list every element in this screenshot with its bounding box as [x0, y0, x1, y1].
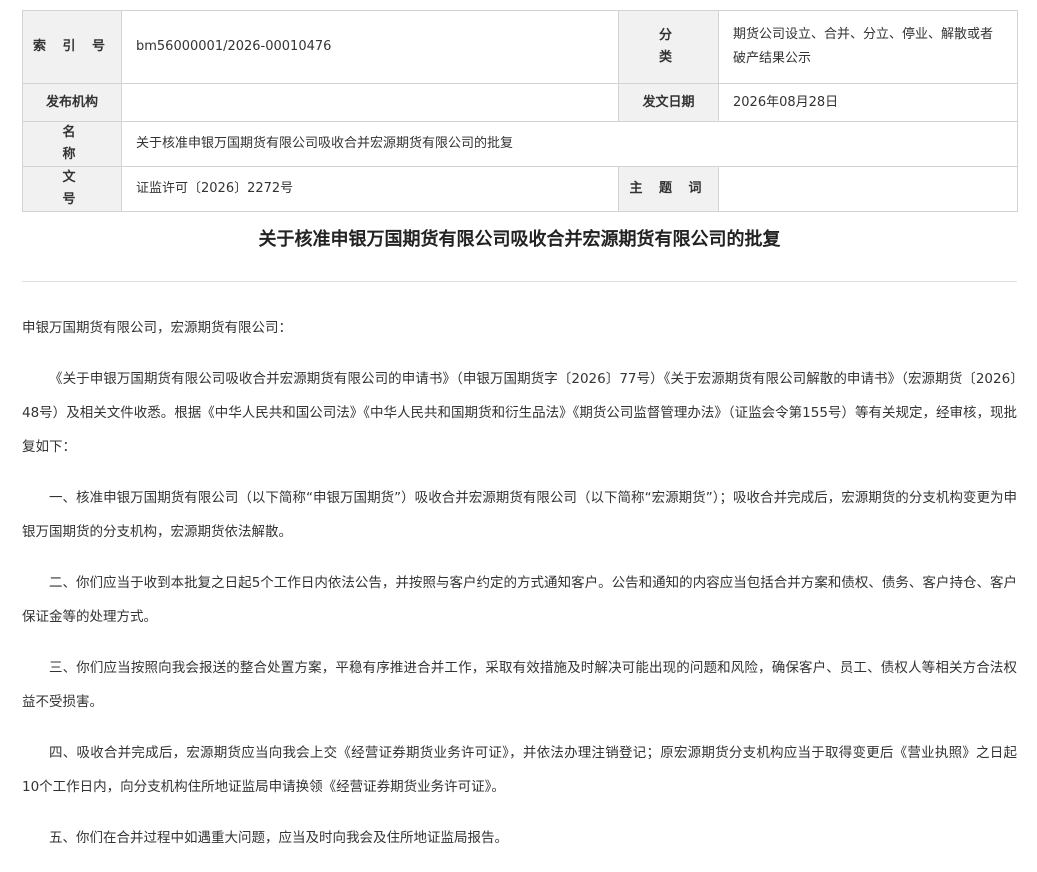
document-number-value: 证监许可〔2026〕2272号: [121, 166, 619, 212]
body-paragraph: 一、核准申银万国期货有限公司（以下简称“申银万国期货”）吸收合并宏源期货有限公司…: [22, 490, 1017, 540]
keywords-value: [718, 166, 1018, 212]
name-label: 名 称: [22, 121, 122, 167]
publisher-label: 发布机构: [22, 83, 122, 122]
name-value: 关于核准申银万国期货有限公司吸收合并宏源期货有限公司的批复: [121, 121, 1018, 167]
salutation: 申银万国期货有限公司，宏源期货有限公司：: [22, 320, 292, 336]
metadata-row-index: 索 引 号 bm56000001/2026-00010476 分 类 期货公司设…: [22, 10, 1018, 84]
document-number-label: 文 号: [22, 166, 122, 212]
body-paragraph: 二、你们应当于收到本批复之日起5个工作日内依法公告，并按照与客户约定的方式通知客…: [22, 575, 1017, 625]
category-label: 分 类: [618, 10, 719, 84]
index-number-value: bm56000001/2026-00010476: [121, 10, 619, 84]
index-number-label: 索 引 号: [22, 10, 122, 84]
metadata-row-docno: 文 号 证监许可〔2026〕2272号 主 题 词: [22, 166, 1018, 212]
body-paragraph: 四、吸收合并完成后，宏源期货应当向我会上交《经营证券期货业务许可证》，并依法办理…: [22, 745, 1017, 795]
body-paragraph: 五、你们在合并过程中如遇重大问题，应当及时向我会及住所地证监局报告。: [49, 830, 508, 846]
keywords-label: 主 题 词: [618, 166, 719, 212]
publisher-value: [121, 83, 619, 122]
body-paragraph: 《关于申银万国期货有限公司吸收合并宏源期货有限公司的申请书》（申银万国期货字〔2…: [22, 371, 1017, 455]
category-value: 期货公司设立、合并、分立、停业、解散或者破产结果公示: [718, 10, 1018, 84]
title-divider: [22, 281, 1017, 282]
document-body: 申银万国期货有限公司，宏源期货有限公司： 《关于申银万国期货有限公司吸收合并宏源…: [22, 311, 1017, 872]
document-title: 关于核准申银万国期货有限公司吸收合并宏源期货有限公司的批复: [258, 229, 781, 250]
metadata-row-publisher: 发布机构 发文日期 2026年08月28日: [22, 83, 1018, 122]
document-metadata-table: 索 引 号 bm56000001/2026-00010476 分 类 期货公司设…: [22, 10, 1018, 212]
issue-date-value: 2026年08月28日: [718, 83, 1018, 122]
body-paragraph: 三、你们应当按照向我会报送的整合处置方案，平稳有序推进合并工作，采取有效措施及时…: [22, 660, 1017, 710]
metadata-row-name: 名 称 关于核准申银万国期货有限公司吸收合并宏源期货有限公司的批复: [22, 121, 1018, 167]
issue-date-label: 发文日期: [618, 83, 719, 122]
